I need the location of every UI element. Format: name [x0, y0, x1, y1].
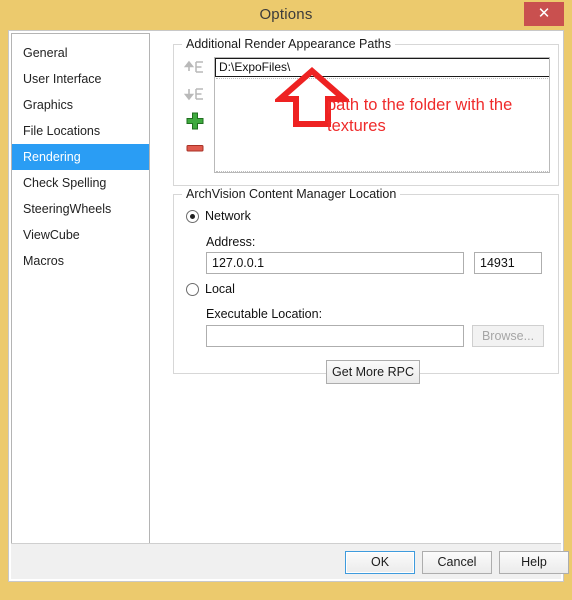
sidebar-item-macros[interactable]: Macros — [12, 248, 149, 274]
archvision-group: ArchVision Content Manager Location Netw… — [173, 187, 559, 384]
path-toolbar — [180, 57, 212, 165]
window-title: Options — [259, 6, 313, 23]
executable-location-label: Executable Location: — [206, 307, 323, 321]
address-label: Address: — [206, 235, 256, 249]
sidebar-item-user-interface[interactable]: User Interface — [12, 66, 149, 92]
radio-local-indicator — [186, 282, 199, 296]
archvision-group-title: ArchVision Content Manager Location — [182, 187, 401, 201]
render-paths-group-title: Additional Render Appearance Paths — [182, 37, 396, 51]
sidebar-item-rendering[interactable]: Rendering — [12, 144, 149, 170]
get-more-rpc-button[interactable]: Get More RPC — [326, 360, 420, 384]
radio-network-label: Network — [205, 209, 251, 223]
add-icon[interactable] — [180, 111, 210, 138]
nav-list: General User Interface Graphics File Loc… — [12, 34, 149, 274]
list-bottom-separator — [216, 171, 548, 172]
cancel-button[interactable]: Cancel — [422, 551, 492, 574]
sidebar-item-check-spelling[interactable]: Check Spelling — [12, 170, 149, 196]
radio-local-label: Local — [205, 282, 235, 296]
sidebar-item-file-locations[interactable]: File Locations — [12, 118, 149, 144]
render-paths-group: Additional Render Appearance Paths D:\Ex… — [173, 37, 559, 186]
dialog-footer: OK Cancel Help — [11, 543, 569, 579]
ok-button[interactable]: OK — [345, 551, 415, 574]
sidebar-item-steeringwheels[interactable]: SteeringWheels — [12, 196, 149, 222]
browse-button[interactable]: Browse... — [472, 325, 544, 347]
port-input[interactable] — [474, 252, 542, 274]
path-entry-value: D:\ExpoFiles\ — [219, 60, 291, 74]
address-input[interactable] — [206, 252, 464, 274]
move-up-icon[interactable] — [180, 57, 210, 84]
radio-network-indicator — [186, 209, 199, 223]
executable-location-input[interactable] — [206, 325, 464, 347]
help-button[interactable]: Help — [499, 551, 569, 574]
path-entry-editor[interactable]: D:\ExpoFiles\ — [215, 58, 549, 77]
sidebar-item-viewcube[interactable]: ViewCube — [12, 222, 149, 248]
options-dialog-window: Options ✕ General User Interface Graphic… — [0, 0, 572, 600]
dialog-body: General User Interface Graphics File Loc… — [8, 30, 569, 582]
settings-content-panel: Additional Render Appearance Paths D:\Ex… — [159, 33, 561, 545]
render-paths-list[interactable]: D:\ExpoFiles\ path to the folder with th… — [214, 57, 550, 173]
close-icon[interactable]: ✕ — [524, 2, 564, 26]
annotation-text: path to the folder with the textures — [327, 96, 513, 135]
sidebar-item-general[interactable]: General — [12, 40, 149, 66]
sidebar-item-graphics[interactable]: Graphics — [12, 92, 149, 118]
move-down-icon[interactable] — [180, 84, 210, 111]
remove-icon[interactable] — [180, 138, 210, 165]
radio-local[interactable]: Local — [186, 282, 235, 296]
radio-network[interactable]: Network — [186, 209, 251, 223]
list-row-separator — [216, 78, 548, 79]
settings-category-list[interactable]: General User Interface Graphics File Loc… — [11, 33, 150, 576]
title-bar: Options ✕ — [0, 0, 572, 30]
